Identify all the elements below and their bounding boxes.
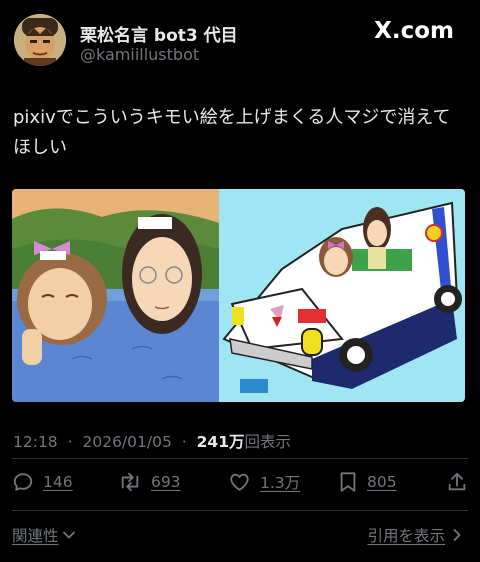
brand-logo: X.com (374, 18, 454, 44)
reply-icon (13, 473, 33, 491)
repost-count[interactable]: 693 (151, 473, 181, 491)
reply-button[interactable]: 146 (12, 471, 73, 493)
view-count-label: 回表示 (244, 433, 292, 451)
view-quotes-label[interactable]: 引用を表示 (367, 524, 445, 546)
tweet-image[interactable] (12, 189, 465, 402)
reply-count[interactable]: 146 (43, 473, 73, 491)
user-handle[interactable]: @kamiillustbot (80, 45, 199, 64)
tweet-text: pixivでこういうキモい絵を上げまくる人マジで消えてほしい (13, 107, 451, 158)
meta-separator: · (67, 433, 73, 451)
tweet-header: 栗松名言 bot3 代目 @kamiillustbot X.com (0, 0, 480, 80)
related-dropdown[interactable]: 関連性 (12, 524, 76, 546)
meta-separator: · (181, 433, 187, 451)
cartoon-face-avatar-icon (14, 14, 66, 66)
display-name[interactable]: 栗松名言 bot3 代目 (80, 21, 238, 46)
view-quotes-link[interactable]: 引用を表示 (367, 524, 464, 546)
share-button[interactable] (446, 471, 468, 493)
bookmark-icon (340, 472, 356, 492)
repost-button[interactable]: 693 (118, 471, 181, 493)
action-bar: 146 693 1.3万 805 (0, 465, 480, 505)
chevron-down-icon (62, 531, 75, 539)
divider (12, 458, 468, 459)
repost-icon (121, 472, 139, 492)
bookmark-count[interactable]: 805 (367, 473, 397, 491)
tweet-time[interactable]: 12:18 (13, 433, 58, 451)
tweet-meta: 12:18 · 2026/01/05 · 241万回表示 (13, 430, 291, 452)
tweet-image-illustration (12, 189, 465, 402)
related-label[interactable]: 関連性 (12, 524, 59, 546)
share-icon (448, 472, 466, 491)
tweet-date[interactable]: 2026/01/05 (82, 433, 171, 451)
like-count[interactable]: 1.3万 (260, 471, 300, 493)
bookmark-button[interactable]: 805 (338, 471, 397, 493)
view-count: 241万 (196, 433, 245, 451)
divider (12, 510, 468, 511)
like-button[interactable]: 1.3万 (228, 471, 300, 493)
heart-icon (230, 473, 249, 491)
chevron-right-icon (453, 529, 461, 541)
avatar[interactable] (14, 14, 66, 66)
